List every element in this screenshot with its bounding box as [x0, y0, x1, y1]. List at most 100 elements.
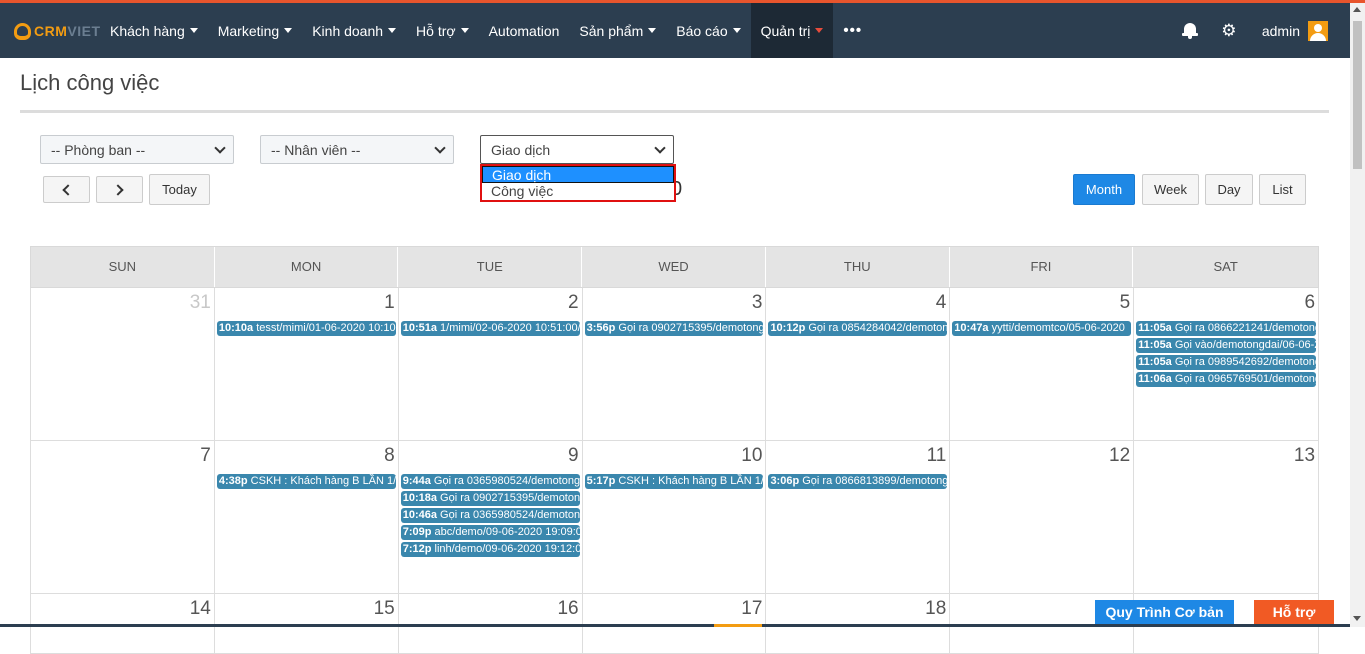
- nav-item-label: Báo cáo: [676, 22, 728, 39]
- nav-item-1[interactable]: Marketing: [208, 3, 302, 58]
- event-time: 3:06p: [770, 475, 800, 487]
- calendar-event[interactable]: 11:06a Gọi ra 0965769501/demotongdai: [1136, 372, 1317, 387]
- calendar-event[interactable]: 11:05a Gọi ra 0989542692/demotongdai: [1136, 355, 1317, 370]
- view-day-button[interactable]: Day: [1205, 174, 1253, 205]
- department-select-value: -- Phòng ban --: [51, 142, 146, 158]
- calendar-event[interactable]: 7:12p linh/demo/09-06-2020 19:12:00: [400, 542, 580, 557]
- next-button[interactable]: [96, 176, 143, 203]
- top-navbar: CRM VIET Khách hàng Marketing Kinh doanh Hỗ …: [0, 3, 1350, 58]
- view-week-button[interactable]: Week: [1142, 174, 1199, 205]
- calendar-day-cell[interactable]: 12: [950, 441, 1135, 594]
- nav-item-0[interactable]: Khách hàng: [100, 3, 208, 58]
- day-events: 10:10a tesst/mimi/01-06-2020 10:10:: [216, 321, 396, 338]
- event-time: 5:17p: [586, 475, 616, 487]
- calendar-event[interactable]: 4:38p CSKH : Khách hàng B LẦN 1/a: [216, 474, 396, 489]
- calendar-day-cell[interactable]: 3 3:56p Gọi ra 0902715395/demotongdai: [582, 288, 767, 441]
- view-month-button[interactable]: Month: [1073, 174, 1135, 205]
- nav-item-2[interactable]: Kinh doanh: [302, 3, 406, 58]
- calendar-day-cell[interactable]: 8 4:38p CSKH : Khách hàng B LẦN 1/a: [214, 441, 399, 594]
- chevron-down-icon: [654, 142, 666, 154]
- page-scrollbar[interactable]: [1350, 3, 1365, 627]
- event-time: 11:05a: [1138, 356, 1172, 368]
- day-events: 4:38p CSKH : Khách hàng B LẦN 1/a: [216, 474, 396, 491]
- calendar-day-cell[interactable]: 11 3:06p Gọi ra 0866813899/demotongdai: [766, 441, 951, 594]
- logo-text-viet: VIET: [67, 23, 101, 39]
- calendar-event[interactable]: 5:17p CSKH : Khách hàng B LẦN 1/a: [584, 474, 764, 489]
- nav-item-3[interactable]: Hỗ trợ: [406, 3, 479, 58]
- calendar-day-cell[interactable]: 611:05a Gọi ra 0866221241/demotongdai11:…: [1134, 288, 1320, 441]
- department-select[interactable]: -- Phòng ban --: [40, 135, 234, 164]
- nav-item-4[interactable]: Automation: [479, 3, 570, 58]
- weekday-header: MON: [215, 247, 399, 287]
- nav-more-button[interactable]: •••: [833, 3, 872, 58]
- event-title: Gọi vào/demotongdai/06-06-2020: [1174, 339, 1316, 351]
- calendar-day-cell[interactable]: 13: [1134, 441, 1320, 594]
- calendar-event[interactable]: 10:51a 1/mimi/02-06-2020 10:51:00/: [400, 321, 580, 336]
- caret-down-icon: [732, 28, 741, 33]
- weekday-header: SUN: [31, 247, 215, 287]
- support-button[interactable]: Hỗ trợ: [1254, 600, 1334, 624]
- scrollbar-thumb[interactable]: [1353, 21, 1362, 169]
- prev-button[interactable]: [43, 176, 90, 203]
- day-number: 5: [1119, 292, 1131, 313]
- event-time: 11:06a: [1138, 373, 1172, 385]
- day-number: 31: [189, 292, 211, 313]
- process-button[interactable]: Quy Trình Cơ bản: [1095, 600, 1234, 624]
- calendar-day-cell[interactable]: 1 10:10a tesst/mimi/01-06-2020 10:10:: [214, 288, 399, 441]
- nav-item-6[interactable]: Báo cáo: [666, 3, 750, 58]
- calendar-day-cell[interactable]: 7: [31, 441, 215, 594]
- calendar-event[interactable]: 3:56p Gọi ra 0902715395/demotongdai: [584, 321, 764, 336]
- calendar-event[interactable]: 10:18a Gọi ra 0902715395/demotongdai: [400, 491, 580, 506]
- event-title: Gọi ra 0866221241/demotongdai: [1174, 322, 1316, 334]
- user-avatar-icon[interactable]: [1308, 20, 1328, 41]
- weekday-header: THU: [766, 247, 950, 287]
- scroll-up-arrow-icon[interactable]: [1353, 7, 1361, 12]
- calendar-day-cell[interactable]: 5 10:47a yytti/demomtco/05-06-2020: [950, 288, 1135, 441]
- settings-gear-icon[interactable]: ⚙: [1220, 21, 1238, 40]
- chevron-down-icon: [434, 142, 446, 154]
- event-title: Gọi ra 0866813899/demotongdai: [802, 475, 948, 487]
- scroll-down-arrow-icon[interactable]: [1353, 616, 1361, 621]
- logo-mark-icon: [14, 22, 31, 40]
- calendar-day-cell[interactable]: 2 10:51a 1/mimi/02-06-2020 10:51:00/: [398, 288, 583, 441]
- view-list-button[interactable]: List: [1259, 174, 1306, 205]
- calendar-weekday-header: SUN MON TUE WED THU FRI SAT: [30, 246, 1319, 288]
- type-option-cong-viec[interactable]: Công việc: [482, 183, 674, 200]
- event-time: 9:44a: [402, 475, 431, 487]
- calendar-day-cell[interactable]: 9 9:44a Gọi ra 0365980524/demotongdai 10:1…: [398, 441, 583, 594]
- user-name[interactable]: admin: [1262, 23, 1300, 39]
- day-number: 3: [751, 292, 763, 313]
- employee-select[interactable]: -- Nhân viên --: [260, 135, 454, 164]
- day-events: 10:47a yytti/demomtco/05-06-2020: [952, 321, 1132, 338]
- today-button[interactable]: Today: [149, 174, 210, 205]
- crmviet-logo[interactable]: CRM VIET: [14, 21, 101, 41]
- employee-select-value: -- Nhân viên --: [271, 142, 361, 158]
- calendar-event[interactable]: 9:44a Gọi ra 0365980524/demotongdai: [400, 474, 580, 489]
- main-menu: Khách hàng Marketing Kinh doanh Hỗ trợ Autom…: [100, 3, 872, 58]
- calendar-event[interactable]: 10:12p Gọi ra 0854284042/demotongdai: [768, 321, 948, 336]
- calendar-event[interactable]: 3:06p Gọi ra 0866813899/demotongdai: [768, 474, 948, 489]
- calendar-week-row: 7 8 4:38p CSKH : Khách hàng B LẦN 1/a 9 9:44…: [30, 441, 1320, 594]
- day-events: 3:56p Gọi ra 0902715395/demotongdai: [584, 321, 764, 338]
- calendar-event[interactable]: 11:05a Gọi ra 0866221241/demotongdai: [1136, 321, 1317, 336]
- calendar-event[interactable]: 10:46a Gọi ra 0365980524/demotongdai: [400, 508, 580, 523]
- calendar-day-cell[interactable]: 31: [31, 288, 215, 441]
- nav-item-5[interactable]: Sản phẩm: [569, 3, 666, 58]
- calendar-day-cell[interactable]: 4 10:12p Gọi ra 0854284042/demotongdai: [766, 288, 951, 441]
- calendar-event[interactable]: 7:09p abc/demo/09-06-2020 19:09:00: [400, 525, 580, 540]
- calendar-event[interactable]: 10:10a tesst/mimi/01-06-2020 10:10:: [216, 321, 396, 336]
- notification-bell-icon[interactable]: [1181, 22, 1198, 40]
- logo-text-crm: CRM: [34, 23, 68, 39]
- nav-item-7[interactable]: Quản trị: [750, 3, 834, 58]
- day-number: 1: [384, 292, 395, 313]
- month-calendar: SUN MON TUE WED THU FRI SAT 31 1 10:10a tesst/mi…: [30, 246, 1320, 654]
- calendar-event[interactable]: 10:47a yytti/demomtco/05-06-2020: [952, 321, 1132, 336]
- event-title: Gọi ra 0365980524/demotongdai: [440, 509, 580, 521]
- calendar-event[interactable]: 11:05a Gọi vào/demotongdai/06-06-2020: [1136, 338, 1317, 353]
- calendar-day-cell[interactable]: 10 5:17p CSKH : Khách hàng B LẦN 1/a: [582, 441, 767, 594]
- caret-down-icon: [648, 28, 657, 33]
- type-option-giao-dich[interactable]: Giao dịch: [482, 166, 674, 183]
- nav-item-label: Khách hàng: [110, 22, 185, 39]
- type-select[interactable]: Giao dịch: [480, 135, 674, 164]
- event-time: 7:09p: [402, 526, 432, 538]
